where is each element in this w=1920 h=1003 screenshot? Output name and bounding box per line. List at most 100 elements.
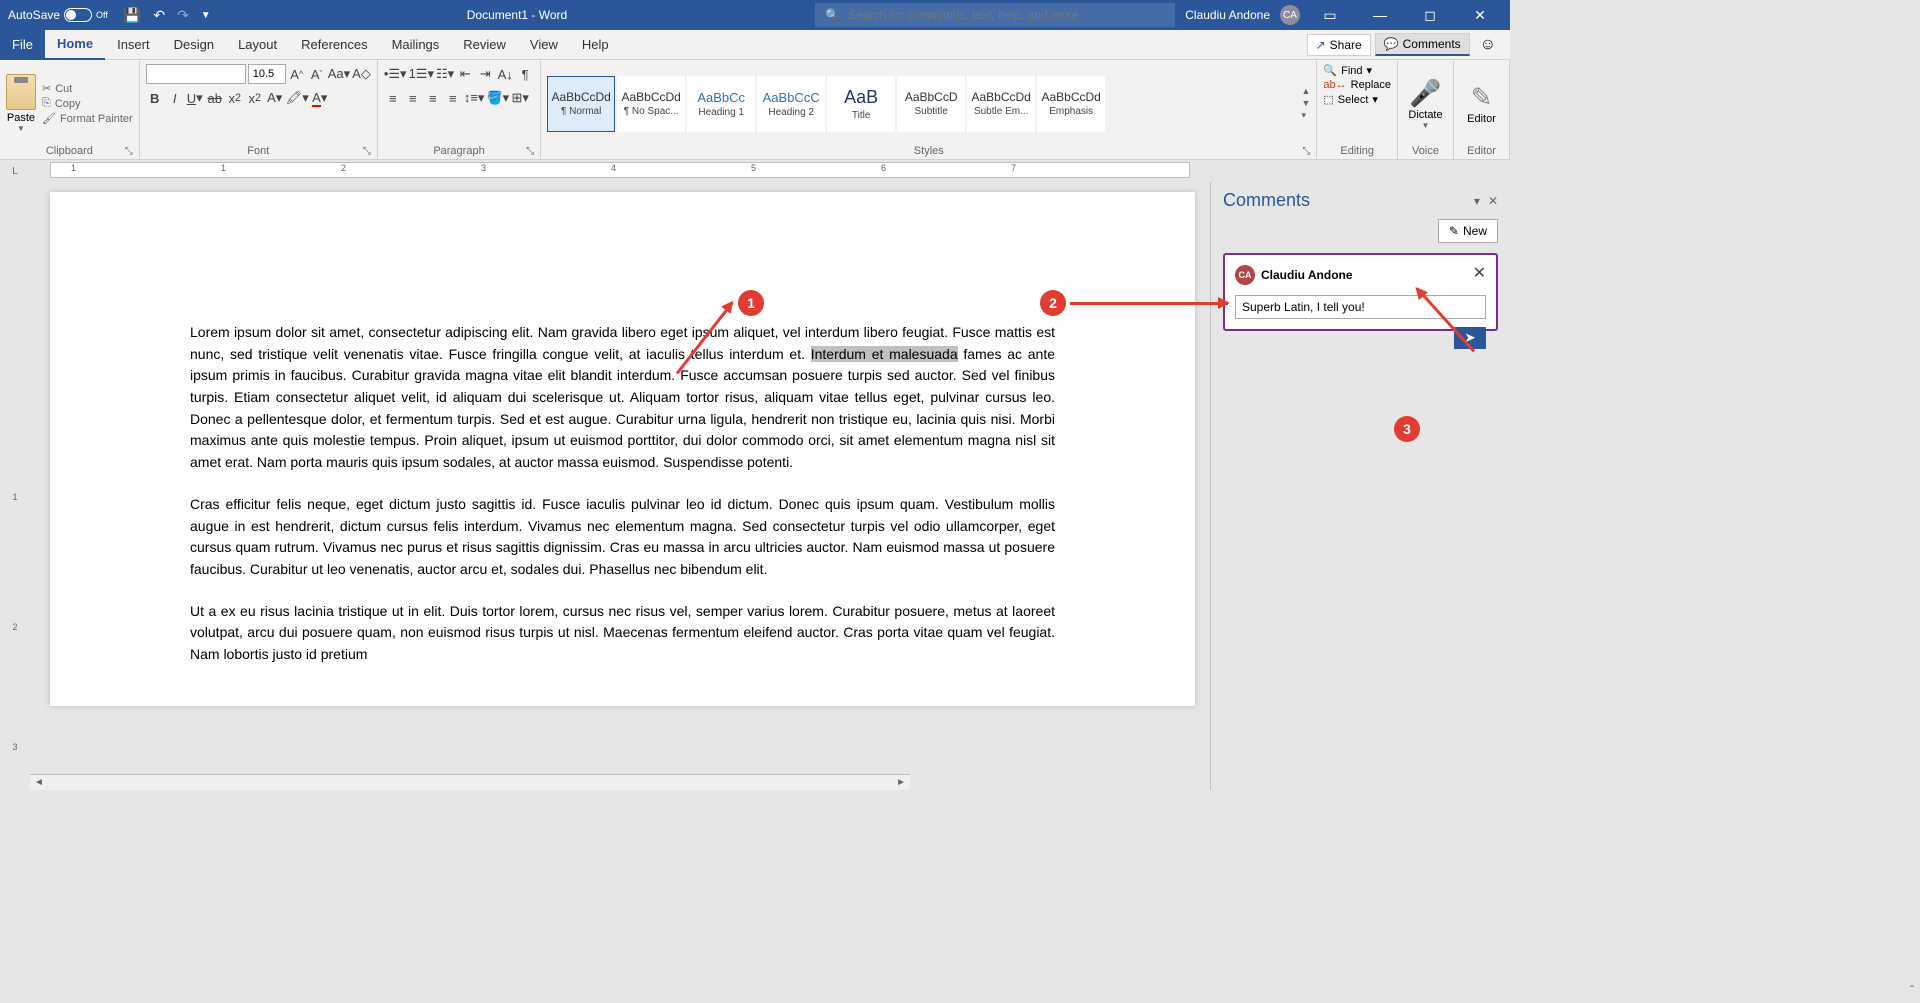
tab-review[interactable]: Review xyxy=(451,30,518,60)
increase-indent-icon[interactable]: ⇥ xyxy=(476,64,494,84)
paste-dropdown-icon[interactable]: ▼ xyxy=(6,124,36,133)
paragraph-2[interactable]: Cras efficitur felis neque, eget dictum … xyxy=(190,494,1055,581)
styles-scroll-down-icon[interactable]: ▼ xyxy=(1301,98,1310,108)
text-effects-icon[interactable]: A▾ xyxy=(266,88,284,108)
style-item-subtle-em---[interactable]: AaBbCcDdSubtle Em... xyxy=(967,76,1035,132)
style-item-title[interactable]: AaBTitle xyxy=(827,76,895,132)
align-center-icon[interactable]: ≡ xyxy=(404,88,422,108)
scroll-right-icon[interactable]: ► xyxy=(896,777,906,788)
font-launcher-icon[interactable]: ⤡ xyxy=(363,146,371,157)
comment-text-input[interactable] xyxy=(1235,295,1486,319)
redo-icon[interactable]: ↷ xyxy=(177,7,189,24)
line-spacing-icon[interactable]: ↕≡▾ xyxy=(464,88,485,108)
tab-references[interactable]: References xyxy=(289,30,379,60)
bold-button[interactable]: B xyxy=(146,88,164,108)
document-body[interactable]: Lorem ipsum dolor sit amet, consectetur … xyxy=(190,322,1055,666)
tab-mailings[interactable]: Mailings xyxy=(380,30,452,60)
paragraph-3[interactable]: Ut a ex eu risus lacinia tristique ut in… xyxy=(190,601,1055,666)
styles-launcher-icon[interactable]: ⤡ xyxy=(1302,146,1310,157)
collapse-ribbon-icon[interactable]: ˆ xyxy=(1910,983,1914,997)
autosave-toggle[interactable]: AutoSave Off xyxy=(0,8,116,22)
customize-qat-icon[interactable]: ▼ xyxy=(201,10,211,21)
superscript-button[interactable]: x2 xyxy=(246,88,264,108)
find-button[interactable]: 🔍Find ▾ xyxy=(1323,64,1372,77)
copy-button[interactable]: ⎘Copy xyxy=(42,97,133,110)
minimize-icon[interactable]: — xyxy=(1360,7,1400,23)
highlight-icon[interactable]: 🖍▾ xyxy=(286,88,309,108)
toggle-switch[interactable] xyxy=(64,8,92,22)
share-button[interactable]: ↗Share xyxy=(1307,34,1371,56)
styles-scroll-up-icon[interactable]: ▲ xyxy=(1301,86,1310,96)
justify-icon[interactable]: ≡ xyxy=(444,88,462,108)
tab-insert[interactable]: Insert xyxy=(105,30,162,60)
save-icon[interactable]: 💾 xyxy=(124,7,141,24)
style-item-heading-2[interactable]: AaBbCcCHeading 2 xyxy=(757,76,825,132)
subscript-button[interactable]: x2 xyxy=(226,88,244,108)
format-painter-button[interactable]: 🖌Format Painter xyxy=(42,112,133,125)
shading-icon[interactable]: 🪣▾ xyxy=(486,88,509,108)
search-box[interactable]: 🔍 xyxy=(815,3,1175,27)
font-color-icon[interactable]: A▾ xyxy=(311,88,329,108)
align-left-icon[interactable]: ≡ xyxy=(384,88,402,108)
horizontal-scrollbar[interactable]: ◄► xyxy=(30,774,910,790)
replace-button[interactable]: ab↔Replace xyxy=(1323,79,1391,91)
multilevel-list-icon[interactable]: ☷▾ xyxy=(436,64,454,84)
sort-icon[interactable]: A↓ xyxy=(496,64,514,84)
editor-button[interactable]: ✎ Editor xyxy=(1467,82,1496,125)
comment-card[interactable]: CA Claudiu Andone ✕ ➤ xyxy=(1223,253,1498,331)
cut-button[interactable]: ✂Cut xyxy=(42,82,133,95)
tab-home[interactable]: Home xyxy=(45,30,105,60)
dictate-button[interactable]: 🎤 Dictate ▼ xyxy=(1408,78,1442,130)
comments-close-icon[interactable]: ✕ xyxy=(1488,194,1498,208)
strikethrough-button[interactable]: ab xyxy=(206,88,224,108)
tab-file[interactable]: File xyxy=(0,30,45,60)
paste-button[interactable]: Paste ▼ xyxy=(6,74,36,133)
horizontal-ruler[interactable]: 11234567 xyxy=(50,162,1190,178)
style-item---normal[interactable]: AaBbCcDd¶ Normal xyxy=(547,76,615,132)
style-item-emphasis[interactable]: AaBbCcDdEmphasis xyxy=(1037,76,1105,132)
font-name-input[interactable] xyxy=(146,64,246,84)
tab-layout[interactable]: Layout xyxy=(226,30,289,60)
font-size-input[interactable] xyxy=(248,64,286,84)
comments-button[interactable]: 💬Comments xyxy=(1375,33,1470,56)
vertical-ruler[interactable]: 123 xyxy=(0,182,30,790)
change-case-icon[interactable]: Aa▾ xyxy=(328,64,350,84)
new-comment-button[interactable]: ✎New xyxy=(1438,219,1498,243)
close-icon[interactable]: ✕ xyxy=(1460,7,1500,24)
search-input[interactable] xyxy=(848,8,1165,22)
maximize-icon[interactable]: ◻ xyxy=(1410,7,1450,24)
styles-more-icon[interactable]: ▾ xyxy=(1301,110,1310,121)
tab-view[interactable]: View xyxy=(518,30,570,60)
comment-delete-icon[interactable]: ✕ xyxy=(1473,263,1486,283)
clipboard-launcher-icon[interactable]: ⤡ xyxy=(125,146,133,157)
italic-button[interactable]: I xyxy=(166,88,184,108)
ruler-corner[interactable]: L xyxy=(0,160,30,182)
scroll-left-icon[interactable]: ◄ xyxy=(34,777,44,788)
tab-help[interactable]: Help xyxy=(570,30,621,60)
style-item-subtitle[interactable]: AaBbCcDSubtitle xyxy=(897,76,965,132)
highlighted-text[interactable]: Interdum et malesuada xyxy=(811,346,958,362)
increase-font-icon[interactable]: A^ xyxy=(288,64,306,84)
numbering-icon[interactable]: 1☰▾ xyxy=(409,64,434,84)
borders-icon[interactable]: ⊞▾ xyxy=(511,88,529,108)
decrease-font-icon[interactable]: Aˇ xyxy=(308,64,326,84)
user-name[interactable]: Claudiu Andone xyxy=(1185,8,1270,22)
ribbon-display-icon[interactable]: ▭ xyxy=(1310,7,1350,24)
feedback-icon[interactable]: ☺ xyxy=(1474,36,1502,54)
select-button[interactable]: ⬚Select ▾ xyxy=(1323,93,1378,106)
document-area[interactable]: Lorem ipsum dolor sit amet, consectetur … xyxy=(30,182,1210,790)
tab-design[interactable]: Design xyxy=(162,30,226,60)
paragraph-launcher-icon[interactable]: ⤡ xyxy=(526,146,534,157)
user-avatar[interactable]: CA xyxy=(1280,5,1300,25)
style-item-heading-1[interactable]: AaBbCcHeading 1 xyxy=(687,76,755,132)
paragraph-1[interactable]: Lorem ipsum dolor sit amet, consectetur … xyxy=(190,322,1055,474)
clear-formatting-icon[interactable]: A◇ xyxy=(352,64,371,84)
underline-button[interactable]: U▾ xyxy=(186,88,204,108)
undo-icon[interactable]: ↶ xyxy=(153,7,165,24)
bullets-icon[interactable]: •☰▾ xyxy=(384,64,407,84)
align-right-icon[interactable]: ≡ xyxy=(424,88,442,108)
show-marks-icon[interactable]: ¶ xyxy=(516,64,534,84)
style-item---no-spac---[interactable]: AaBbCcDd¶ No Spac... xyxy=(617,76,685,132)
comments-options-icon[interactable]: ▾ xyxy=(1474,194,1480,208)
decrease-indent-icon[interactable]: ⇤ xyxy=(456,64,474,84)
